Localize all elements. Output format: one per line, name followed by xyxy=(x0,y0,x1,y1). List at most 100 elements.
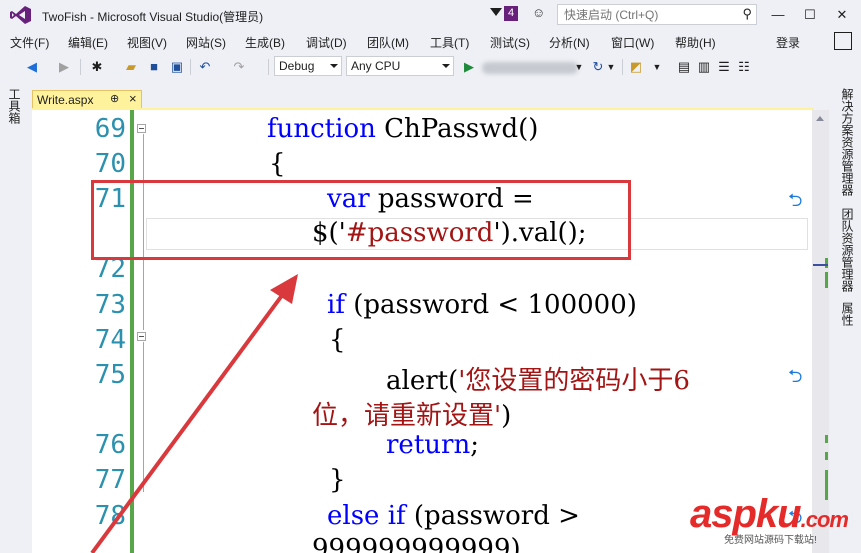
solution-explorer-tab[interactable]: 解决方案资源管理器 xyxy=(839,88,856,196)
code-line-75-wrapped[interactable]: 位，请重新设置') xyxy=(312,395,511,432)
menu-help[interactable]: 帮助(H) xyxy=(675,34,716,51)
close-tab-icon[interactable]: × xyxy=(129,91,137,106)
line-number: 73 xyxy=(94,290,126,320)
config-select[interactable]: Debug xyxy=(274,56,342,76)
maximize-button[interactable]: ☐ xyxy=(796,4,824,26)
chevron-down-icon[interactable]: ▼ xyxy=(574,58,584,76)
code-line-78[interactable]: else if (password > xyxy=(327,501,580,531)
code-text: (password > xyxy=(405,501,580,531)
dropdown-arrow-icon xyxy=(442,64,450,68)
scroll-up-icon[interactable] xyxy=(816,116,824,121)
debug-target-blurred[interactable] xyxy=(482,62,578,74)
quick-launch-box[interactable]: ⚲ xyxy=(557,4,757,25)
window-title: TwoFish - Microsoft Visual Studio(管理员) xyxy=(42,10,264,24)
code-line-73[interactable]: if (password < 100000) xyxy=(327,290,637,320)
change-marker xyxy=(825,258,828,268)
watermark-subtitle: 免费网站源码下载站! xyxy=(724,535,817,546)
toolbox-tab[interactable]: 工具箱 xyxy=(6,88,23,124)
code-text: ; xyxy=(470,430,479,460)
menu-test[interactable]: 测试(S) xyxy=(490,34,530,51)
line-number: 75 xyxy=(94,360,126,390)
vertical-scrollbar[interactable] xyxy=(812,110,829,553)
word-wrap-icon: ⮌ xyxy=(788,366,803,386)
word-wrap-icon: ⮌ xyxy=(788,190,803,210)
tab-label: Write.aspx xyxy=(37,93,94,107)
properties-tab[interactable]: 属性 xyxy=(839,302,856,326)
platform-select[interactable]: Any CPU xyxy=(346,56,454,76)
menu-bar: 文件(F) 编辑(E) 视图(V) 网站(S) 生成(B) 调试(D) 团队(M… xyxy=(0,31,861,52)
keyword: if xyxy=(327,290,345,320)
code-text: ) xyxy=(501,401,512,431)
code-line-75[interactable]: alert('您设置的密码小于6 xyxy=(386,360,690,397)
menu-website[interactable]: 网站(S) xyxy=(186,34,226,51)
outline-line xyxy=(143,342,144,492)
caret-marker xyxy=(813,264,828,266)
open-folder-icon[interactable]: ▰ xyxy=(122,58,140,76)
toolbar-separator xyxy=(190,59,191,75)
account-icon[interactable] xyxy=(834,32,852,50)
back-icon[interactable]: ◀ xyxy=(24,58,40,76)
code-line-78-wrapped[interactable]: 999999999999) xyxy=(312,534,521,553)
line-number: 74 xyxy=(94,325,126,355)
change-tracking-bar xyxy=(130,110,134,553)
code-line-69[interactable]: function ChPasswd() xyxy=(267,114,538,144)
menu-file[interactable]: 文件(F) xyxy=(10,34,49,51)
dropdown-arrow-icon xyxy=(330,64,338,68)
start-debug-icon[interactable]: ▶ xyxy=(462,58,476,76)
change-marker xyxy=(825,435,828,443)
change-marker xyxy=(825,272,828,288)
redo-icon[interactable]: ↷ xyxy=(230,58,248,76)
code-line-77[interactable]: } xyxy=(329,465,346,495)
chevron-down-icon[interactable]: ▼ xyxy=(652,58,662,76)
team-explorer-tab[interactable]: 团队资源管理器 xyxy=(839,208,856,292)
menu-edit[interactable]: 编辑(E) xyxy=(68,34,108,51)
menu-analyze[interactable]: 分析(N) xyxy=(549,34,590,51)
menu-team[interactable]: 团队(M) xyxy=(367,34,409,51)
collapse-block-icon[interactable] xyxy=(137,332,146,341)
change-marker xyxy=(825,452,828,460)
save-icon[interactable]: ■ xyxy=(146,58,162,76)
close-button[interactable]: ✕ xyxy=(828,4,856,26)
keyword: else if xyxy=(327,501,406,531)
feedback-icon[interactable]: ☺ xyxy=(532,6,546,20)
tool-window-strip: 解决方案资源管理器 团队资源管理器 属性 xyxy=(832,84,861,553)
annotation-highlight-box xyxy=(91,180,631,260)
tab-write-aspx[interactable]: Write.aspx ⊕ × xyxy=(32,90,142,109)
watermark-text: aspku xyxy=(690,492,802,536)
outdent-icon[interactable]: ☰ xyxy=(716,58,732,76)
toolbox-strip: 工具箱 xyxy=(0,84,27,553)
menu-view[interactable]: 视图(V) xyxy=(127,34,167,51)
code-line-74[interactable]: { xyxy=(329,325,346,355)
menu-build[interactable]: 生成(B) xyxy=(245,34,285,51)
forward-icon[interactable]: ▶ xyxy=(56,58,72,76)
watermark-tld: .com xyxy=(800,507,849,532)
filter-icon[interactable] xyxy=(490,8,502,16)
code-line-70[interactable]: { xyxy=(269,149,286,179)
code-editor[interactable]: 69 70 71 72 73 74 75 76 77 78 function C… xyxy=(32,110,812,553)
menu-debug[interactable]: 调试(D) xyxy=(306,34,347,51)
visual-studio-logo-icon xyxy=(10,6,31,24)
save-all-icon[interactable]: ▣ xyxy=(168,58,186,76)
browser-link-icon[interactable]: ◩ xyxy=(628,58,644,76)
keyword: return xyxy=(386,430,471,460)
chevron-down-icon[interactable]: ▼ xyxy=(606,58,616,76)
indent-icon[interactable]: ☷ xyxy=(736,58,752,76)
code-line-76[interactable]: return; xyxy=(386,430,479,460)
pin-icon[interactable]: ⊕ xyxy=(110,92,119,105)
uncomment-icon[interactable]: ▥ xyxy=(696,58,712,76)
quick-launch-input[interactable] xyxy=(562,7,736,23)
comment-icon[interactable]: ▤ xyxy=(676,58,692,76)
minimize-button[interactable]: — xyxy=(764,4,792,26)
undo-icon[interactable]: ↶ xyxy=(196,58,214,76)
collapse-function-icon[interactable] xyxy=(137,124,146,133)
menu-window[interactable]: 窗口(W) xyxy=(611,34,654,51)
menu-tools[interactable]: 工具(T) xyxy=(430,34,469,51)
toolbar-separator xyxy=(80,59,81,75)
new-project-icon[interactable]: ✱ xyxy=(88,58,106,76)
notification-badge[interactable]: 4 xyxy=(504,6,518,21)
login-link[interactable]: 登录 xyxy=(776,34,800,51)
refresh-icon[interactable]: ↻ xyxy=(590,58,606,76)
toolbar-separator xyxy=(268,59,269,75)
search-icon[interactable]: ⚲ xyxy=(742,6,752,22)
line-number: 69 xyxy=(94,114,126,144)
